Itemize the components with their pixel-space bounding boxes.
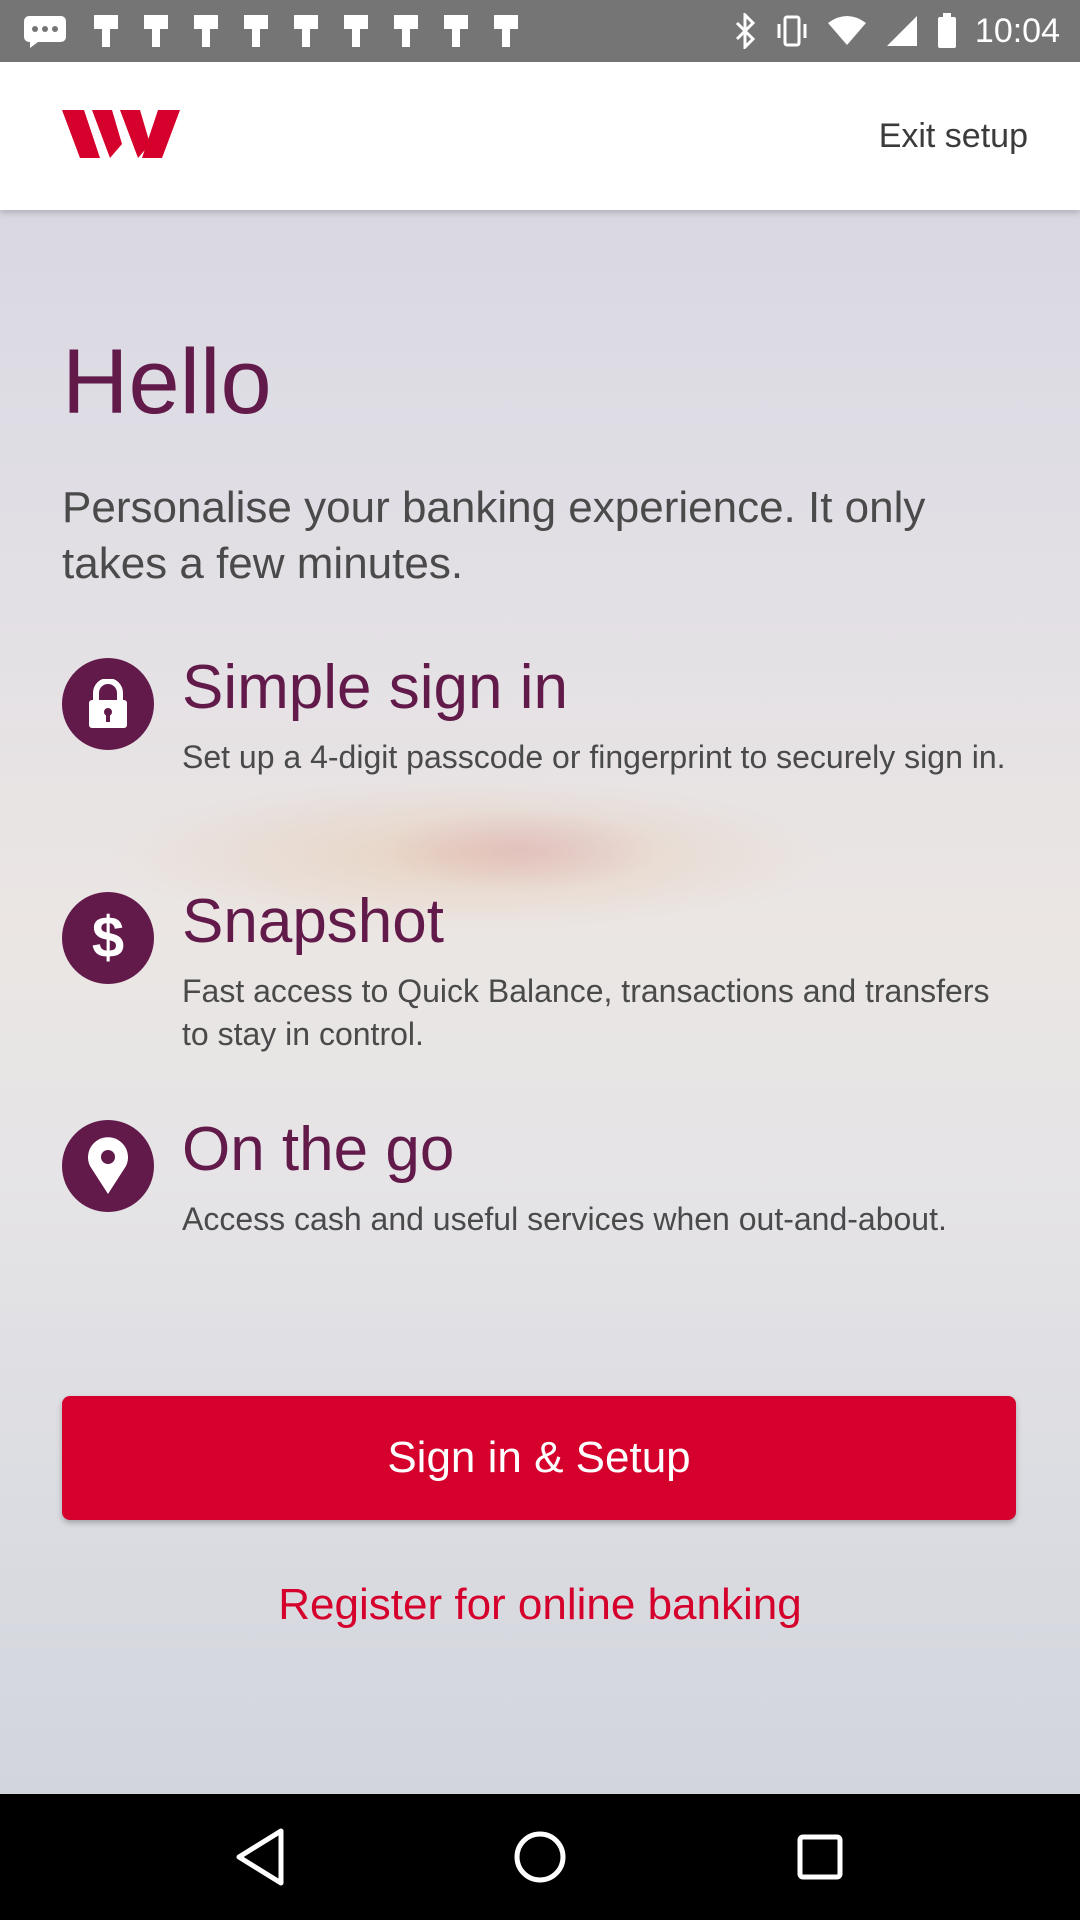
page-title: Hello [62, 331, 272, 433]
signal-icon [885, 14, 919, 48]
back-icon[interactable] [215, 1812, 305, 1902]
message-icon [22, 14, 68, 48]
app-header: Exit setup [0, 62, 1080, 210]
screen: 10:04 Exit setup Hello Personalise your … [0, 0, 1080, 1920]
notification-icon [144, 15, 168, 47]
battery-icon [937, 13, 957, 49]
register-online-banking-link[interactable]: Register for online banking [0, 1580, 1080, 1630]
notification-icon [394, 15, 418, 47]
notification-icon [444, 15, 468, 47]
feature-title: On the go [182, 1115, 455, 1184]
dollar-icon: $ [62, 892, 154, 984]
lock-icon [62, 658, 154, 750]
notification-icon [194, 15, 218, 47]
notification-icon [494, 15, 518, 47]
exit-setup-link[interactable]: Exit setup [879, 117, 1028, 156]
feature-description: Fast access to Quick Balance, transactio… [182, 973, 990, 1052]
main-content: Hello Personalise your banking experienc… [0, 210, 1080, 1794]
status-time: 10:04 [974, 11, 1060, 50]
notification-icon [294, 15, 318, 47]
notification-icon [344, 15, 368, 47]
home-icon[interactable] [495, 1812, 585, 1902]
status-bar: 10:04 [0, 0, 1080, 62]
sign-in-setup-button[interactable]: Sign in & Setup [62, 1396, 1016, 1520]
notification-icon [94, 15, 118, 47]
recents-icon[interactable] [775, 1812, 865, 1902]
vibrate-icon [775, 14, 809, 48]
feature-title: Snapshot [182, 887, 444, 956]
westpac-logo [62, 109, 180, 163]
notification-icon [244, 15, 268, 47]
svg-text:$: $ [92, 907, 124, 969]
intro-text: Personalise your banking experience. It … [62, 483, 926, 588]
feature-title: Simple sign in [182, 653, 568, 722]
feature-description: Set up a 4-digit passcode or fingerprint… [182, 739, 1006, 775]
location-pin-icon [62, 1120, 154, 1212]
status-notifications [22, 14, 518, 48]
navigation-bar [0, 1794, 1080, 1920]
bluetooth-icon [735, 13, 757, 49]
status-system: 10:04 [735, 12, 1060, 51]
feature-description: Access cash and useful services when out… [182, 1201, 947, 1237]
wifi-icon [827, 15, 867, 47]
